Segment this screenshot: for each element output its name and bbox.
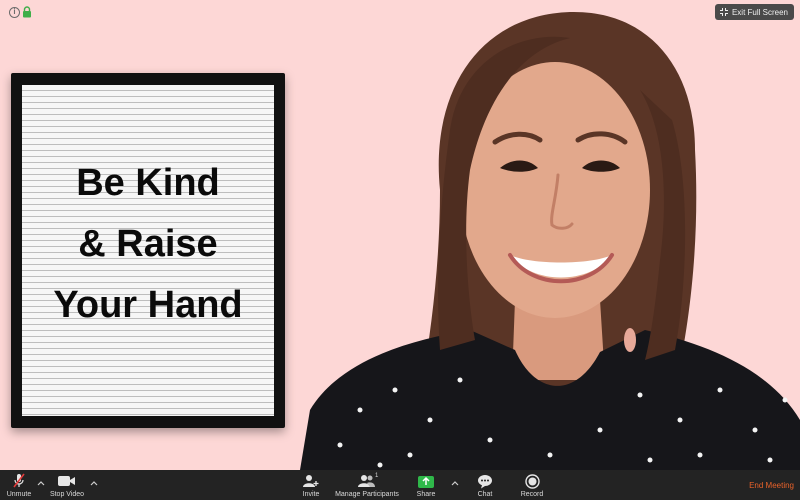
invite-label: Invite [302,491,320,498]
microphone-muted-icon [13,473,25,488]
letter-board: Be Kind & Raise Your Hand [11,73,285,428]
chat-button[interactable]: Chat [472,470,498,500]
chat-bubble-icon [478,474,492,488]
stop-video-button[interactable]: Stop Video [49,470,85,500]
record-icon [524,473,540,489]
invite-button[interactable]: Invite [298,470,324,500]
manage-participants-label: Manage Participants [335,491,399,498]
unmute-button[interactable]: Unmute [4,470,34,500]
chevron-up-icon[interactable] [451,479,459,487]
share-screen-icon [418,476,434,488]
chevron-up-icon[interactable] [37,479,45,487]
letter-board-line: Be Kind [76,162,220,204]
letter-board-surface: Be Kind & Raise Your Hand [22,85,274,416]
manage-participants-button[interactable]: 1 Manage Participants [334,470,400,500]
info-icon[interactable]: i [9,7,20,18]
letter-board-line: & Raise [78,223,218,265]
add-person-icon [303,475,319,487]
presenter-video [300,11,800,470]
record-label: Record [520,491,544,498]
stop-video-label: Stop Video [49,491,85,498]
end-meeting-button[interactable]: End Meeting [749,481,794,490]
video-stage: i Exit Full Screen Be Kind & Raise Your … [0,0,800,470]
chat-label: Chat [477,491,493,498]
video-camera-icon [58,476,75,486]
letter-board-text: Be Kind & Raise Your Hand [53,153,242,336]
letter-board-line: Your Hand [53,284,243,326]
record-button[interactable]: Record [518,470,546,500]
participants-icon [358,475,375,487]
meeting-toolbar: Unmute Stop Video Invite 1 Manage Partic… [0,470,800,500]
share-label: Share [416,491,436,498]
chevron-up-icon[interactable] [90,479,98,487]
lock-icon[interactable] [22,6,32,18]
unmute-label: Unmute [6,491,32,498]
participant-count: 1 [375,473,379,479]
share-button[interactable]: Share [413,470,439,500]
